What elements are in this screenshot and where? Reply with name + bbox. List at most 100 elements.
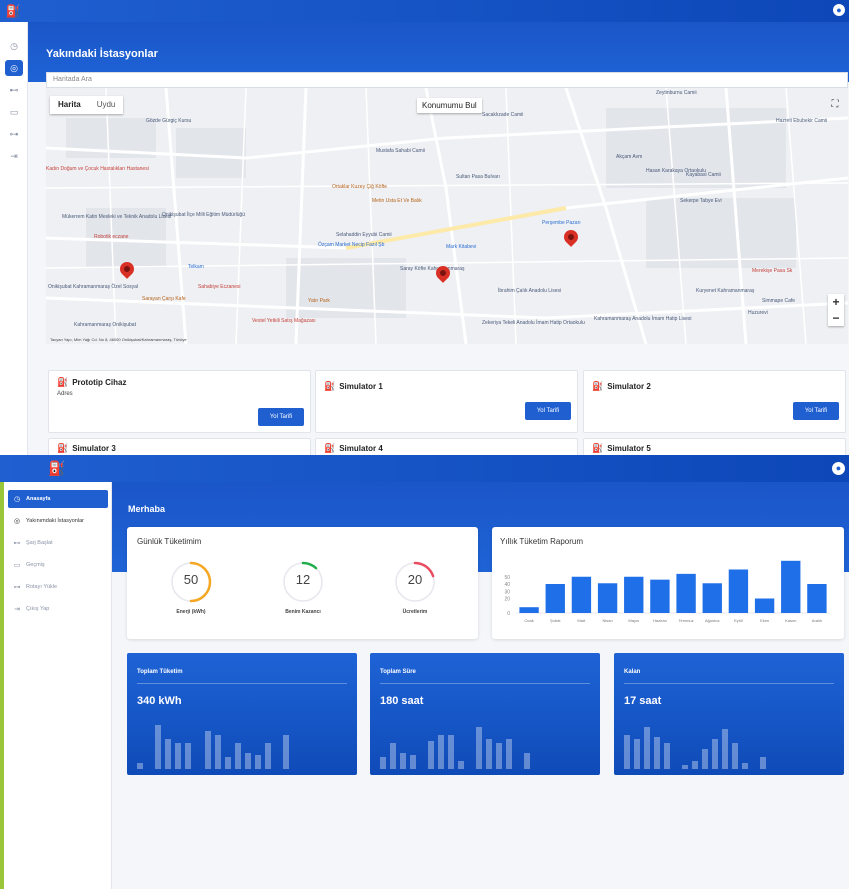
map-place-label[interactable]: Özçam Market Necip Fazıl Şb (318, 242, 384, 248)
map-place-label[interactable]: Sarayan Çarşı Kafe (142, 296, 186, 302)
logout-icon[interactable]: ⇥ (5, 148, 23, 164)
map-place-label[interactable]: Saray Köfte Kahramanmaraş (400, 266, 464, 272)
stat-value: 180 saat (380, 695, 424, 707)
route-icon[interactable]: ⊶ (5, 126, 23, 142)
device-card[interactable]: ⛽ Simulator 1 Yol Tarifi (315, 370, 578, 433)
chart-bar (545, 584, 565, 613)
decorative-sparkline (380, 727, 530, 769)
zoom-out-button[interactable]: − (828, 310, 844, 326)
device-card[interactable]: ⛽ Simulator 2 Yol Tarifi (583, 370, 846, 433)
map-place-label[interactable]: Sekerpe Tabye Evi (680, 198, 722, 204)
map-place-label[interactable]: Kadın Doğum ve Çocuk Hastalıkları Hastan… (46, 166, 149, 172)
map-place-label[interactable]: Onikişubat İlçe Milli Eğitim Müdürlüğü (162, 212, 245, 218)
remaining-card: Kalan 17 saat (614, 653, 844, 775)
device-card[interactable]: ⛽ Simulator 5 (583, 438, 846, 455)
sidebar-item-history[interactable]: ▭ Geçmiş (8, 556, 108, 574)
device-card[interactable]: ⛽ Simulator 4 (315, 438, 578, 455)
location-icon[interactable]: ◎ (5, 60, 23, 76)
chart-bar (597, 583, 618, 613)
gauge-value: 50 (183, 572, 199, 587)
map-place-label[interactable]: Sahabiye Eczanesi (198, 284, 241, 290)
map-place-label[interactable]: Merekişe Pasa Sk (752, 268, 792, 274)
x-tick-label: Şubat (550, 618, 561, 623)
map-place-label[interactable]: Yatır Park (308, 298, 330, 304)
charger-icon: ⛽ (324, 443, 336, 453)
plug-icon[interactable]: ⊷ (5, 82, 23, 98)
map-place-label[interactable]: Perşembe Pazarı (542, 220, 581, 226)
x-tick-label: Ağustos (705, 618, 719, 623)
device-card[interactable]: ⛽ Simulator 3 (48, 438, 311, 455)
map[interactable]: Gözde Gürgiç Kursu Zeytinburnu Camii Mus… (46, 88, 848, 344)
directions-button[interactable]: Yol Tarifi (258, 408, 304, 426)
map-place-label[interactable]: Hazreti Ebubekir Camii (776, 118, 827, 124)
map-place-label[interactable]: Telkam (188, 264, 204, 270)
map-place-label[interactable]: Mükerrem Katin Mesleki ve Teknik Anadolu… (62, 214, 171, 220)
map-place-label[interactable]: Onikişubat Kahramanmaraş Özel Sosyal (48, 284, 138, 290)
directions-button[interactable]: Yol Tarifi (793, 402, 839, 420)
chart-bar (650, 579, 670, 613)
yearly-report-card: Yıllık Tüketim Raporum 0 20 30 40 50 Ocak Şuba… (492, 527, 844, 639)
user-icon[interactable]: ● (833, 4, 845, 16)
map-search-input[interactable]: Haritada Ara (46, 72, 848, 88)
decorative-sparkline (624, 727, 766, 769)
calendar-icon[interactable]: ▭ (5, 104, 23, 120)
map-type-satellite[interactable]: Uydu (89, 96, 124, 114)
device-name: ⛽ Simulator 1 (324, 381, 383, 391)
clock-icon[interactable]: ◷ (5, 38, 23, 54)
map-place-label[interactable]: Vestel Yetkili Satış Mağazası (252, 318, 316, 324)
map-place-label[interactable]: Zekeriya Tekeli Anadolu İmam Hatip Ortao… (482, 320, 585, 326)
device-name: ⛽ Simulator 3 (57, 443, 116, 453)
map-place-label[interactable]: Metin Usta Et Ve Balık (372, 198, 422, 204)
map-place-label[interactable]: Huzurevi (748, 310, 768, 316)
stat-value: 17 saat (624, 695, 662, 707)
map-place-label[interactable]: Ortaklar Kuzey Çiğ Köfte (332, 184, 387, 190)
map-place-label[interactable]: Selahaddin Eyyubi Camii (336, 232, 392, 238)
gauge-label: Enerji (kWh) (176, 609, 206, 615)
map-place-label[interactable]: Kahramanmaraş Onikişubat (74, 322, 136, 328)
map-place-label[interactable]: Zeytinburnu Camii (656, 90, 697, 96)
sidebar-item-load-route[interactable]: ⊶ Rotayı Yükle (8, 578, 108, 596)
map-place-label[interactable]: Mark Kitabevi (446, 244, 476, 250)
map-place-label[interactable]: Akçam Avm (616, 154, 642, 160)
charger-logo-icon[interactable]: ⛽ (48, 459, 66, 477)
zoom-in-button[interactable]: + (828, 294, 844, 310)
stat-title: Toplam Tüketim (137, 669, 183, 675)
divider (137, 683, 347, 684)
map-place-label[interactable]: Mustafa Sahabi Camii (376, 148, 425, 154)
y-tick-label: 20 (504, 597, 510, 603)
locate-me-button[interactable]: Konumumu Bul (417, 98, 482, 113)
sidebar-item-home[interactable]: ◷ Anasayfa (8, 490, 108, 508)
x-tick-label: Ocak (524, 618, 533, 623)
stat-title: Kalan (624, 669, 641, 675)
logout-icon: ⇥ (14, 606, 20, 613)
map-place-label[interactable]: Gözde Gürgiç Kursu (146, 118, 191, 124)
map-place-label[interactable]: Simmape Cafe (762, 298, 795, 304)
map-place-label[interactable]: İbrahim Çalık Anadolu Lisesi (498, 288, 561, 294)
map-place-label[interactable]: Robotik eczane (94, 234, 128, 240)
x-tick-label: Nisan (602, 618, 612, 623)
map-place-label[interactable]: Sultan Pasa Bulvarı (456, 174, 500, 180)
directions-button[interactable]: Yol Tarifi (525, 402, 571, 420)
device-card[interactable]: ⛽ Prototip Cihaz Adres Yol Tarifi (48, 370, 311, 433)
y-tick-label: 40 (504, 582, 510, 588)
charger-logo-icon[interactable]: ⛽ (5, 3, 21, 19)
x-tick-label: Mayıs (628, 618, 639, 623)
chart-bar (676, 573, 696, 613)
sidebar-item-start-charge[interactable]: ⊷ Şarj Başlat (8, 534, 108, 552)
map-type-map[interactable]: Harita (50, 96, 89, 114)
x-tick-label: Aralık (812, 618, 822, 623)
stations-screen: ⛽ ● ◷ ◎ ⊷ ▭ ⊶ ⇥ Yakındaki İstasyonlar Ha… (0, 0, 849, 455)
map-place-label[interactable]: Kuryenet Kahramanmaraş (696, 288, 754, 294)
map-place-label[interactable]: Kahramanmaraş Anadolu İmam Hatip Lisesi (594, 316, 692, 322)
decorative-sparkline (137, 725, 289, 769)
sidebar-item-logout[interactable]: ⇥ Çıkış Yap (8, 600, 108, 618)
map-place-label[interactable]: Sacaklızade Camii (482, 112, 523, 118)
collapsed-sidebar: ◷ ◎ ⊷ ▭ ⊶ ⇥ (0, 22, 28, 455)
map-address-footer: Tacyan Yapı, Mim Yağı Cd. No 8, 46000 On… (50, 337, 187, 342)
total-time-card: Toplam Süre 180 saat (370, 653, 600, 775)
chart-bar (807, 584, 827, 613)
fullscreen-icon[interactable]: ⛶ (828, 98, 842, 112)
user-icon[interactable]: ● (832, 462, 845, 475)
map-place-label[interactable]: Kayabasi Camii (686, 172, 721, 178)
sidebar-item-nearby-stations[interactable]: ◎ Yakınımdaki İstasyonlar (8, 512, 108, 530)
